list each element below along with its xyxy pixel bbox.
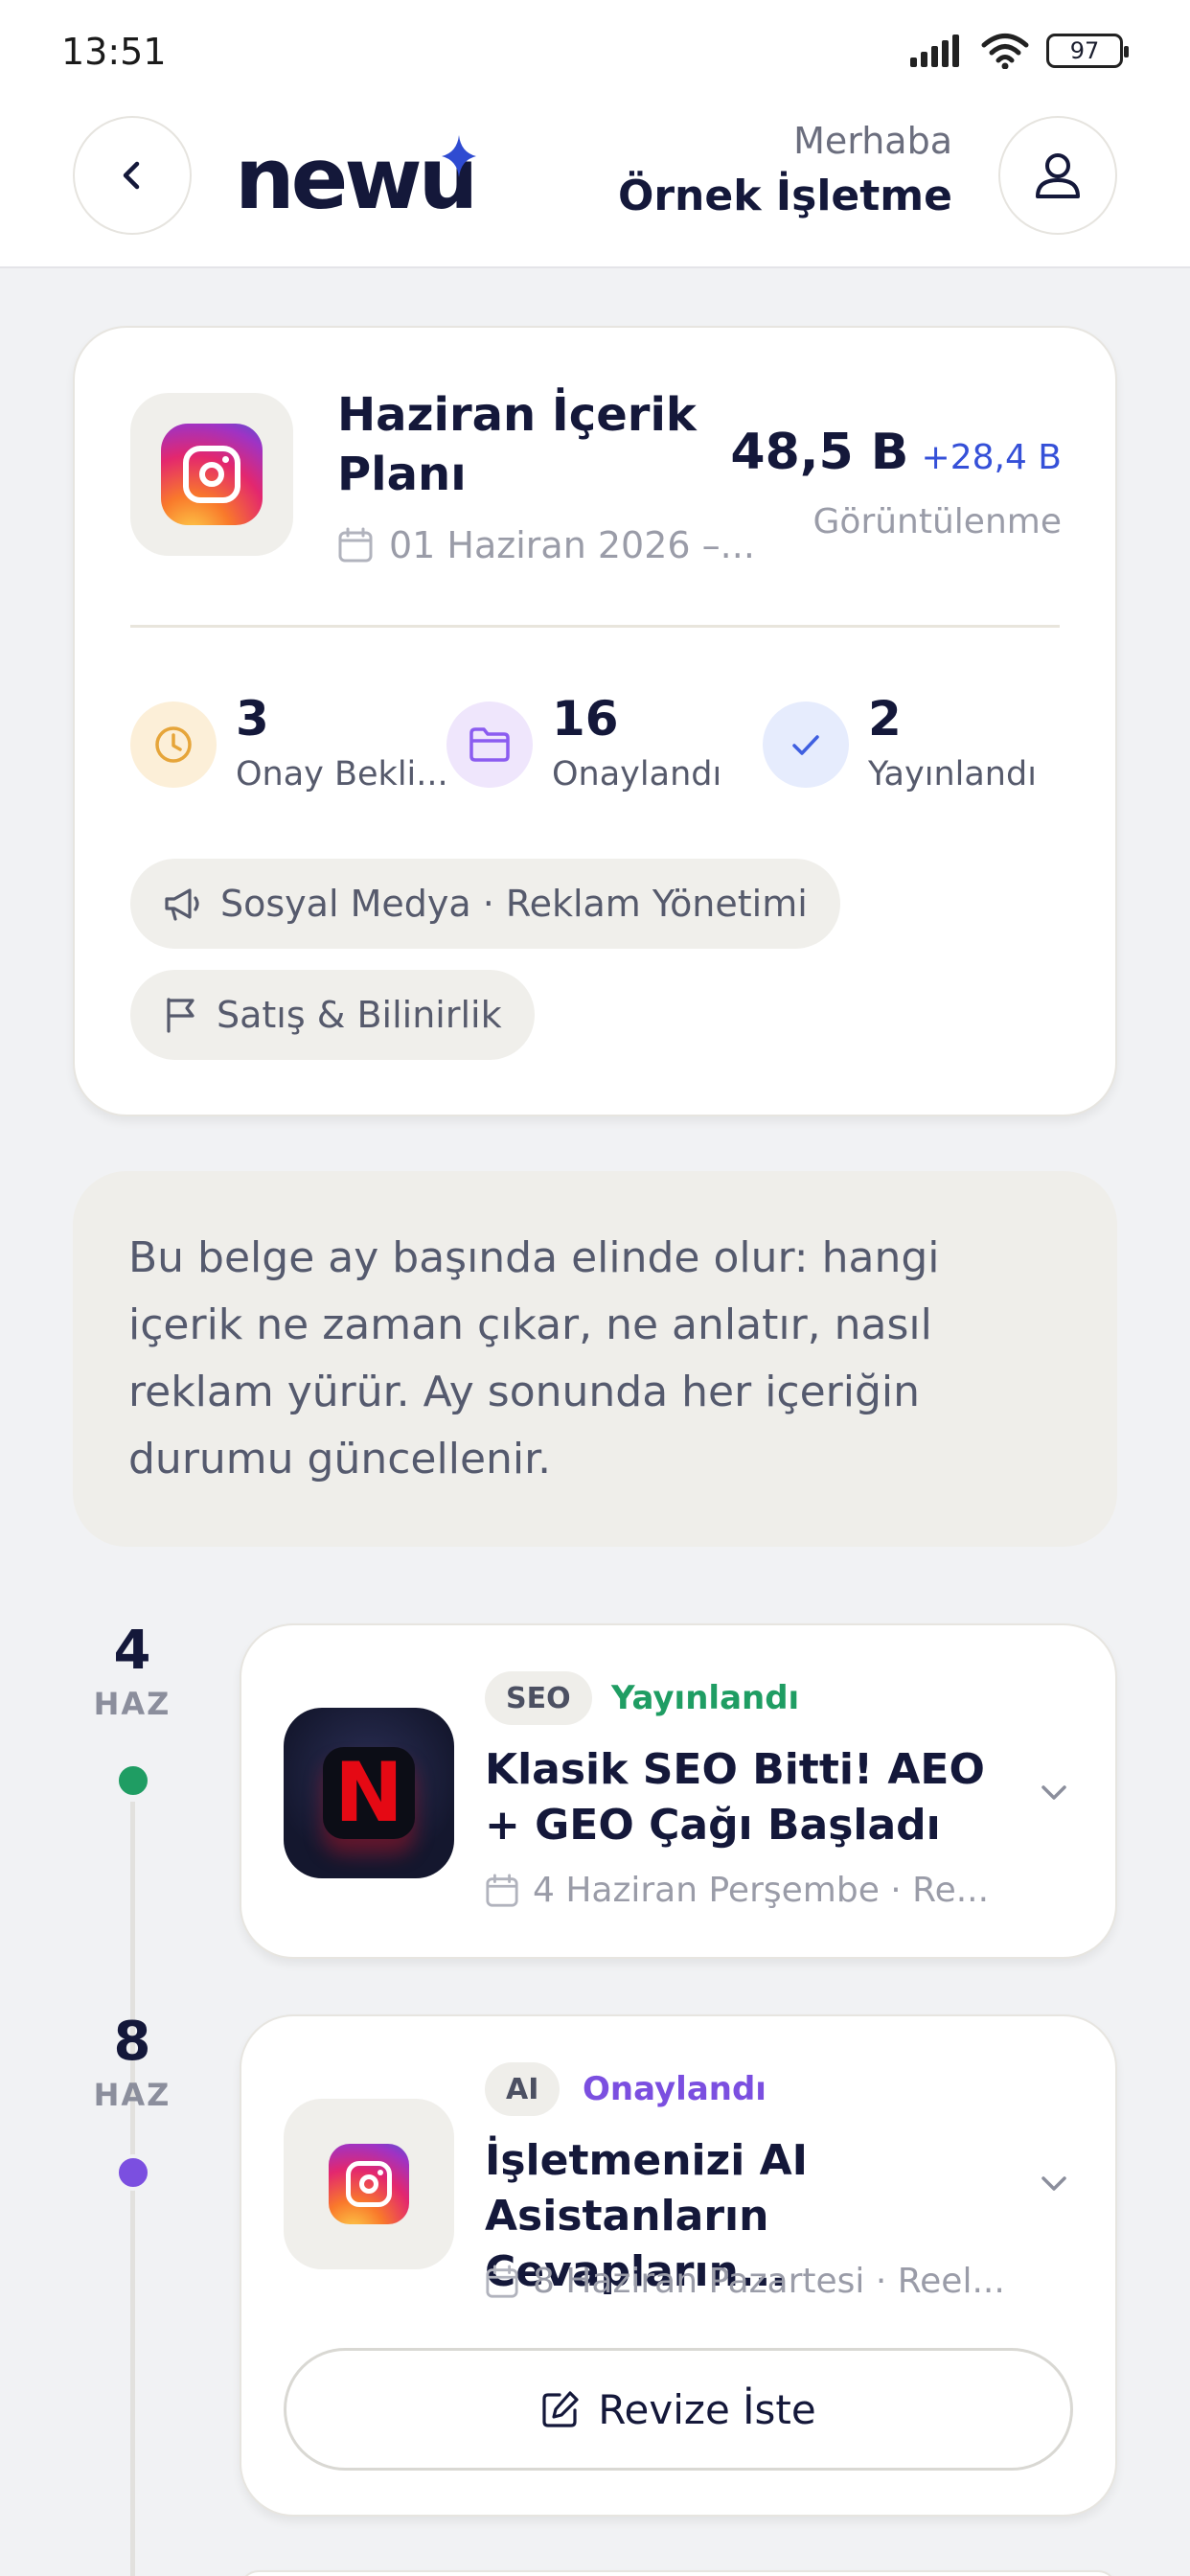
summary-divider — [130, 625, 1060, 628]
timeline-month: HAZ — [93, 1686, 172, 1722]
timeline-date: 8 HAZ — [75, 2011, 190, 2113]
post-title: Klasik SEO Bitti! AEO + GEO Çağı Başladı — [485, 1745, 985, 1850]
post-thumbnail: N — [284, 1708, 454, 1878]
timeline-dot-published — [115, 1762, 151, 1799]
logo-text: newu — [235, 129, 478, 228]
service-chip-label: Sosyal Medya · Reklam Yönetimi — [220, 883, 808, 925]
folder-icon — [446, 702, 533, 788]
edit-icon — [542, 2391, 579, 2427]
timeline-month: HAZ — [93, 2077, 172, 2113]
plan-date: 01 Haziran 2026 –... — [337, 524, 755, 566]
app-header: newu Merhaba Örnek İşletme — [0, 101, 1190, 268]
stat-pending-value: 3 — [236, 691, 269, 747]
stat-approved: 16 Onaylandı — [446, 690, 721, 794]
views-value: 48,5 B — [730, 424, 909, 481]
post-card-partial — [240, 2570, 1117, 2576]
stat-pending: 3 Onay Bekli... — [130, 690, 448, 794]
sparkle-icon — [442, 135, 477, 177]
plan-summary-card[interactable]: Haziran İçerik Planı 01 Haziran 2026 –..… — [73, 326, 1117, 1116]
greeting-block: Merhaba Örnek İşletme — [618, 120, 952, 220]
stat-published-value: 2 — [868, 691, 902, 747]
goal-chip: Satış & Bilinirlik — [130, 970, 535, 1060]
platform-tile — [130, 393, 293, 556]
stat-published-label: Yayınlandı — [868, 755, 1037, 794]
netflix-logo-icon: N — [323, 1745, 415, 1841]
plan-date-text: 01 Haziran 2026 –... — [389, 524, 755, 566]
chevron-left-icon — [123, 161, 140, 190]
check-icon — [763, 702, 849, 788]
signal-icon — [910, 34, 959, 67]
battery-icon: 97 — [1046, 34, 1129, 68]
post-card[interactable]: N SEO Yayınlandı Klasik SEO Bitti! AEO +… — [240, 1623, 1117, 1959]
chevron-down-icon[interactable] — [1035, 1773, 1073, 1811]
info-note: Bu belge ay başında elinde olur: hangi i… — [73, 1171, 1117, 1547]
request-revision-label: Revize İste — [598, 2385, 816, 2433]
profile-button[interactable] — [998, 116, 1117, 235]
post-tag: SEO — [485, 1671, 592, 1725]
instagram-icon — [161, 424, 263, 525]
flag-icon — [167, 998, 195, 1033]
status-time: 13:51 — [61, 31, 167, 73]
calendar-icon — [486, 1873, 518, 1907]
plan-title: Haziran İçerik Planı — [337, 388, 697, 501]
status-icons: 97 — [910, 33, 1129, 69]
service-chip: Sosyal Medya · Reklam Yönetimi — [130, 859, 840, 949]
stat-published: 2 Yayınlandı — [763, 690, 1037, 794]
back-button[interactable] — [73, 116, 192, 235]
post-tag: AI — [485, 2062, 561, 2116]
stat-approved-label: Onaylandı — [552, 755, 722, 794]
stat-approved-value: 16 — [552, 691, 619, 747]
wifi-icon — [981, 34, 1029, 69]
newu-logo: newu — [235, 129, 478, 228]
chevron-down-icon[interactable] — [1035, 2164, 1073, 2202]
views-block: 48,5 B +28,4 B Görüntülenme — [730, 424, 1062, 541]
post-status: Onaylandı — [583, 2070, 767, 2108]
clock-icon — [130, 702, 217, 788]
business-name: Örnek İşletme — [617, 172, 952, 220]
megaphone-icon — [165, 888, 199, 921]
goal-chip-label: Satış & Bilinirlik — [217, 994, 502, 1036]
post-meta: 8 Haziran Pazartesi · Reel... — [485, 2262, 1005, 2301]
battery-level: 97 — [1069, 37, 1100, 64]
calendar-icon — [486, 2264, 518, 2298]
timeline-day: 4 — [113, 1620, 151, 1682]
timeline-day: 8 — [113, 2011, 151, 2073]
post-meta: 4 Haziran Perşembe · Re... — [485, 1871, 989, 1910]
post-card[interactable]: AI Onaylandı İşletmenizi AI Asistanların… — [240, 2014, 1117, 2517]
status-bar: 13:51 97 — [0, 0, 1190, 101]
greeting-text: Merhaba — [793, 120, 952, 162]
post-meta-text: 8 Haziran Pazartesi · Reel... — [533, 2262, 1005, 2301]
timeline-dot-approved — [115, 2154, 151, 2191]
post-status: Yayınlandı — [611, 1679, 800, 1717]
views-label: Görüntülenme — [812, 502, 1062, 541]
post-meta-text: 4 Haziran Perşembe · Re... — [533, 1871, 990, 1910]
stat-pending-label: Onay Bekli... — [236, 755, 448, 794]
user-icon — [1036, 153, 1080, 198]
calendar-icon — [338, 527, 373, 563]
request-revision-button[interactable]: Revize İste — [284, 2348, 1073, 2471]
views-delta: +28,4 B — [921, 438, 1062, 477]
post-thumbnail — [284, 2099, 454, 2269]
timeline-date: 4 HAZ — [75, 1620, 190, 1722]
instagram-icon — [329, 2144, 409, 2224]
